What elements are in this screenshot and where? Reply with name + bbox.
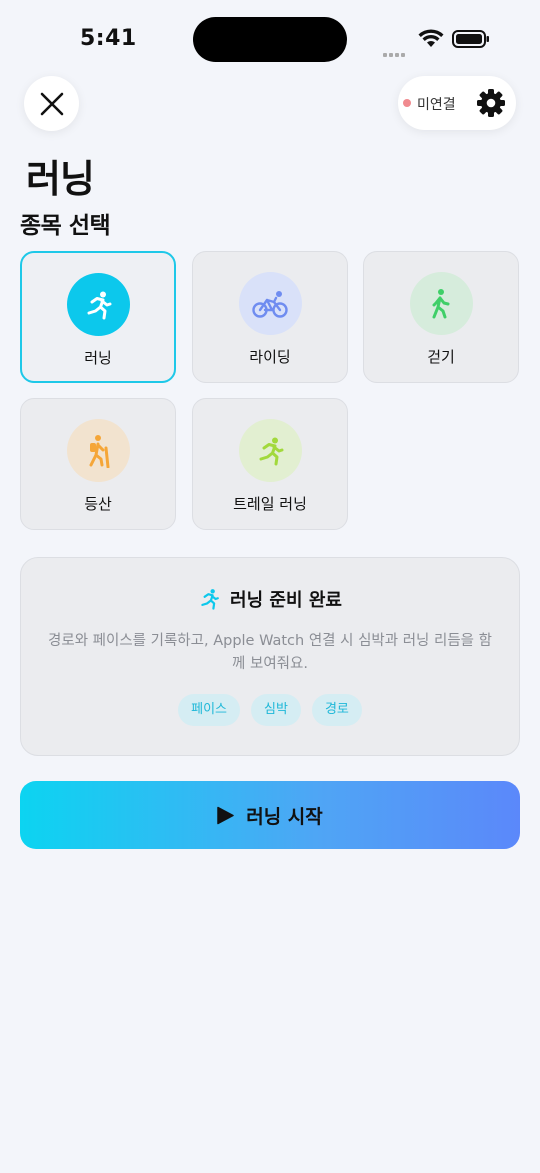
info-title-row: 러닝 준비 완료 [21, 586, 519, 612]
walking-icon [409, 272, 473, 335]
status-time: 5:41 [80, 26, 137, 51]
trail-running-icon [238, 419, 302, 482]
wifi-icon [418, 29, 444, 47]
sport-label: 러닝 [84, 349, 112, 367]
tag-pace: 페이스 [178, 694, 241, 726]
gear-icon[interactable] [476, 88, 506, 118]
start-running-button[interactable]: 러닝 시작 [20, 781, 520, 849]
play-icon [217, 806, 234, 824]
status-bar: 5:41 [0, 0, 540, 78]
connection-status-dot [403, 99, 411, 107]
close-icon [40, 92, 63, 115]
sport-card-trail-running[interactable]: 트레일 러닝 [192, 398, 348, 530]
hiking-icon [66, 419, 130, 482]
sport-card-riding[interactable]: 라이딩 [192, 251, 348, 383]
running-icon [66, 273, 130, 336]
close-button[interactable] [24, 76, 79, 131]
sport-label: 라이딩 [249, 348, 291, 366]
sport-label: 등산 [84, 495, 112, 513]
sport-card-running[interactable]: 러닝 [20, 251, 176, 383]
dynamic-island [193, 17, 347, 62]
sport-label: 트레일 러닝 [233, 495, 307, 513]
section-title: 종목 선택 [20, 213, 111, 239]
info-description: 경로와 페이스를 기록하고, Apple Watch 연결 시 심박과 러닝 리… [48, 633, 492, 672]
connection-status-pill: 미연결 [398, 76, 516, 130]
sport-card-hiking[interactable]: 등산 [20, 398, 176, 530]
info-card: 러닝 준비 완료 경로와 페이스를 기록하고, Apple Watch 연결 시… [20, 557, 520, 756]
cellular-signal-icon [383, 42, 411, 57]
tag-heart-rate: 심박 [251, 694, 301, 726]
feature-tags: 페이스 심박 경로 [21, 694, 519, 726]
running-icon [201, 589, 219, 610]
battery-icon [452, 30, 489, 48]
page-title: 러닝 [26, 157, 95, 201]
screen: 5:41 미연결 러닝 종목 선택 러닝 라이딩 걷기 등산 트레일 러닝 러닝… [0, 0, 540, 1173]
start-button-label: 러닝 시작 [246, 805, 323, 828]
bicycle-icon [238, 272, 302, 335]
tag-route: 경로 [311, 694, 362, 726]
sport-label: 걷기 [427, 348, 455, 366]
info-title: 러닝 준비 완료 [230, 590, 342, 611]
sport-card-walking[interactable]: 걷기 [363, 251, 519, 383]
connection-status-text: 미연결 [417, 97, 456, 113]
